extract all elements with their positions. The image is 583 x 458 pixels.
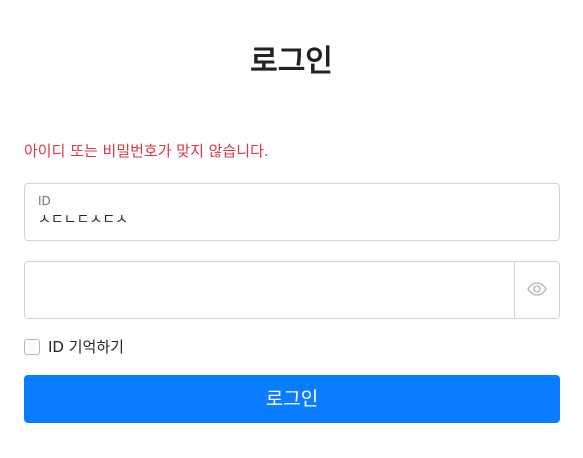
password-visibility-toggle[interactable] xyxy=(514,262,559,318)
id-field-label: ID xyxy=(38,194,51,208)
login-page: 로그인 아이디 또는 비밀번호가 맞지 않습니다. ID ㅅㄷㄴㄷㅅㄷㅅ ID … xyxy=(0,0,583,458)
remember-id-checkbox[interactable] xyxy=(24,339,40,355)
login-button[interactable]: 로그인 xyxy=(24,375,560,423)
password-input[interactable] xyxy=(25,262,515,318)
remember-id-label: ID 기억하기 xyxy=(48,338,124,356)
remember-id[interactable]: ID 기억하기 xyxy=(24,337,124,357)
password-field-group xyxy=(24,261,560,319)
error-message: 아이디 또는 비밀번호가 맞지 않습니다. xyxy=(24,142,269,160)
eye-icon xyxy=(527,281,547,300)
page-title: 로그인 xyxy=(250,44,333,79)
id-field[interactable]: ID ㅅㄷㄴㄷㅅㄷㅅ xyxy=(24,183,560,241)
id-field-value[interactable]: ㅅㄷㄴㄷㅅㄷㅅ xyxy=(38,211,128,229)
